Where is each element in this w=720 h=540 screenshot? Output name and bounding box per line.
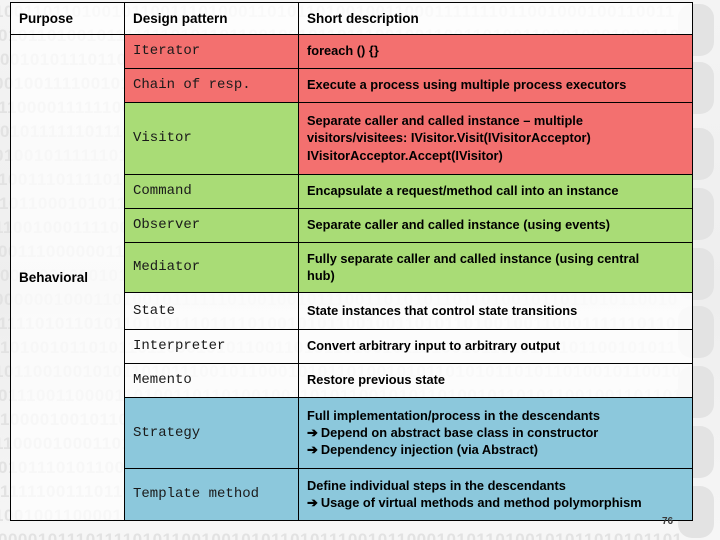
- short-description-cell: Define individual steps in the descendan…: [298, 468, 693, 521]
- short-description-cell: Execute a process using multiple process…: [298, 68, 693, 103]
- description-bullet-line: ➔ Depend on abstract base class in constr…: [307, 424, 599, 440]
- design-patterns-table: Purpose Design pattern Short description…: [10, 2, 693, 521]
- design-pattern-name-cell: Strategy: [124, 397, 299, 469]
- description-line: Execute a process using multiple process…: [307, 77, 627, 93]
- description-line: State instances that control state trans…: [307, 302, 578, 318]
- column-header-purpose: Purpose: [10, 2, 125, 35]
- short-description-cell: Encapsulate a request/method call into a…: [298, 174, 693, 209]
- description-bullet-line: ➔ Dependency injection (via Abstract): [307, 442, 539, 457]
- short-description-cell: Full implementation/process in the desce…: [298, 397, 693, 469]
- design-pattern-name-cell: State: [124, 292, 299, 330]
- arrow-right-icon: ➔: [307, 442, 318, 457]
- short-description-cell: State instances that control state trans…: [298, 292, 693, 330]
- design-pattern-name-cell: Template method: [124, 468, 299, 521]
- table-body: Behavioral Iterator foreach () {} Chain of …: [10, 34, 693, 521]
- design-pattern-name-cell: Mediator: [124, 242, 299, 293]
- short-description-cell: Separate caller and called instance (usi…: [298, 208, 693, 243]
- design-pattern-name-cell: Command: [124, 174, 299, 209]
- arrow-right-icon: ➔: [307, 494, 318, 510]
- description-line: Convert arbitrary input to arbitrary out…: [307, 338, 561, 354]
- description-line: Separate caller and called instance – mu…: [307, 113, 583, 129]
- description-line: Full implementation/process in the desce…: [307, 407, 600, 423]
- design-pattern-name-cell: Chain of resp.: [124, 68, 299, 103]
- description-line: hub): [307, 268, 335, 283]
- column-header-design-pattern: Design pattern: [124, 2, 299, 35]
- binary-text-row: 0000101110111101011001001010110101110010…: [0, 530, 683, 540]
- design-pattern-name-cell: Visitor: [124, 102, 299, 175]
- design-pattern-name-cell: Memento: [124, 363, 299, 398]
- description-line: foreach () {}: [307, 43, 379, 59]
- short-description-cell: Fully separate caller and called instanc…: [298, 242, 693, 293]
- design-pattern-name-cell: Interpreter: [124, 329, 299, 364]
- purpose-cell-behavioral: Behavioral: [10, 34, 125, 521]
- table-header: Purpose Design pattern Short description: [10, 2, 693, 35]
- description-line: Separate caller and called instance (usi…: [307, 217, 610, 233]
- arrow-right-icon: ➔: [307, 424, 318, 440]
- description-line: visitors/visitees: IVisitor.Visit(IVisit…: [307, 130, 591, 146]
- short-description-cell: Separate caller and called instance – mu…: [298, 102, 693, 175]
- description-line: Encapsulate a request/method call into a…: [307, 183, 619, 199]
- table-row: Behavioral Iterator foreach () {}: [10, 34, 693, 521]
- design-pattern-name-cell: Observer: [124, 208, 299, 243]
- description-line: IVisitorAcceptor.Accept(IVisitor): [307, 147, 503, 163]
- description-line: Define individual steps in the descendan…: [307, 477, 566, 493]
- short-description-cell: Convert arbitrary input to arbitrary out…: [298, 329, 693, 364]
- short-description-cell: Restore previous state: [298, 363, 693, 398]
- short-description-cell: foreach () {}: [298, 34, 693, 69]
- design-pattern-name-cell: Iterator: [124, 34, 299, 69]
- table-header-row: Purpose Design pattern Short description: [10, 2, 693, 35]
- description-line: Restore previous state: [307, 372, 445, 388]
- page-number: 76: [662, 516, 674, 527]
- description-bullet-line: ➔ Usage of virtual methods and method pol…: [307, 494, 642, 510]
- description-line: Fully separate caller and called instanc…: [307, 250, 640, 266]
- column-header-short-description: Short description: [298, 2, 693, 35]
